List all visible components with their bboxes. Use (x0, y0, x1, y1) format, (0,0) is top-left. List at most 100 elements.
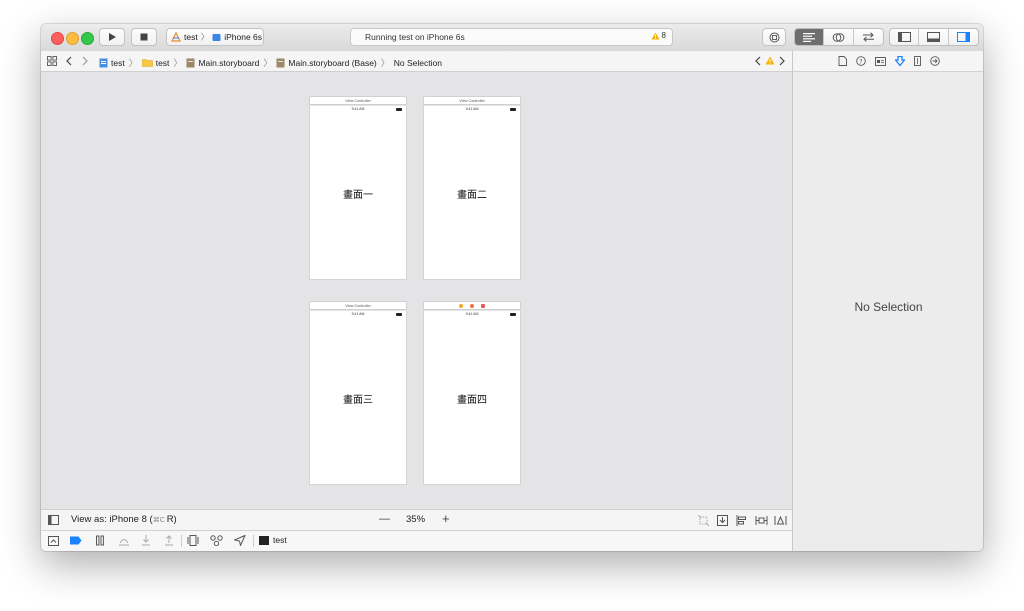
update-frames-icon[interactable] (698, 515, 709, 526)
scene-screen[interactable]: 9:41 AM 畫面三 (309, 311, 407, 485)
zoom-out-button[interactable]: — (379, 513, 390, 525)
scheme-target: test (184, 32, 198, 42)
assistant-editor-button[interactable] (824, 29, 854, 45)
panel-toggle-control[interactable] (889, 28, 979, 46)
terminal-icon (259, 535, 269, 545)
scene-header-dock[interactable] (423, 301, 521, 310)
storyboard-canvas[interactable]: View Controller 9:41 AM 畫面一 View Control… (41, 72, 792, 509)
jump-bar: test 〉 test 〉 Main.storyboard 〉 Main.sto… (41, 51, 792, 72)
scene-header[interactable]: View Controller (423, 96, 521, 105)
breadcrumb-item-folder[interactable]: test (156, 58, 170, 68)
inspector-toggle-button[interactable] (949, 29, 978, 45)
back-arrow-icon[interactable] (65, 56, 73, 66)
navigator-toggle-button[interactable] (890, 29, 920, 45)
battery-icon (396, 108, 402, 111)
breakpoints-icon[interactable] (70, 536, 82, 545)
add-constraints-icon[interactable] (755, 515, 768, 526)
breadcrumb: test 〉 test 〉 Main.storyboard 〉 Main.sto… (99, 56, 442, 69)
zoom-in-button[interactable]: + (442, 511, 450, 526)
chevron-right-icon: 〉 (128, 58, 138, 68)
chevron-right-icon: 〉 (263, 58, 273, 68)
warning-indicator[interactable]: 8 (651, 31, 666, 40)
forward-arrow-icon[interactable] (81, 56, 89, 66)
related-items-icon[interactable] (47, 56, 57, 66)
breadcrumb-item-storyboard-base[interactable]: Main.storyboard (Base) (288, 58, 376, 68)
version-editor-button[interactable] (854, 29, 883, 45)
align-icon[interactable] (736, 515, 747, 526)
warning-icon[interactable] (765, 56, 775, 65)
canvas-bottom-bar: View as: iPhone 8 (⌘C R) — 35% + (41, 509, 792, 530)
run-button[interactable] (99, 28, 125, 46)
document-outline-icon[interactable] (48, 515, 59, 525)
previous-issue-icon[interactable] (754, 56, 762, 66)
memory-graph-icon[interactable] (210, 535, 223, 546)
exit-icon[interactable] (481, 303, 485, 308)
minimize-button[interactable] (66, 32, 79, 45)
pause-icon[interactable] (95, 535, 105, 546)
identity-inspector-icon[interactable] (874, 56, 886, 66)
scene-4[interactable]: 9:41 AM 畫面四 (423, 301, 521, 485)
scene-screen[interactable]: 9:41 AM 畫面四 (423, 311, 521, 485)
battery-icon (510, 313, 516, 316)
scene-label[interactable]: 畫面一 (310, 186, 406, 201)
status-bar-time: 9:41 AM (351, 312, 365, 316)
breadcrumb-item-project[interactable]: test (111, 58, 125, 68)
scene-screen[interactable]: 9:41 AM 畫面二 (423, 106, 521, 280)
scene-label[interactable]: 畫面三 (310, 391, 406, 406)
zoom-level[interactable]: 35% (406, 514, 425, 525)
attributes-inspector-icon[interactable] (894, 55, 905, 67)
scene-1[interactable]: View Controller 9:41 AM 畫面一 (309, 96, 407, 280)
activity-viewer[interactable]: Running test on iPhone 6s 8 (350, 28, 673, 46)
scene-screen[interactable]: 9:41 AM 畫面一 (309, 106, 407, 280)
hide-debug-area-icon[interactable] (48, 536, 59, 546)
editor-mode-control[interactable] (794, 28, 884, 46)
quick-help-icon[interactable]: ? (855, 56, 866, 66)
scene-header[interactable]: View Controller (309, 301, 407, 310)
activity-text: Running test on iPhone 6s (365, 32, 465, 42)
battery-icon (510, 108, 516, 111)
scene-3[interactable]: View Controller 9:41 AM 畫面三 (309, 301, 407, 485)
rings-icon (832, 32, 845, 42)
zoom-button[interactable] (81, 32, 94, 45)
status-bar-time: 9:41 AM (465, 107, 479, 111)
scheme-device: iPhone 6s (224, 32, 263, 42)
library-button[interactable] (762, 28, 786, 46)
status-bar-time: 9:41 AM (351, 107, 365, 111)
resolve-issues-icon[interactable] (774, 515, 787, 526)
no-selection-text: No Selection (854, 300, 923, 314)
first-responder-icon[interactable] (470, 303, 474, 308)
view-controller-icon[interactable] (459, 303, 463, 308)
breadcrumb-item-selection[interactable]: No Selection (394, 58, 442, 68)
debug-area-toggle-button[interactable] (919, 29, 949, 45)
breadcrumb-item-storyboard[interactable]: Main.storyboard (198, 58, 259, 68)
scene-label[interactable]: 畫面二 (424, 186, 520, 201)
file-inspector-icon[interactable] (838, 56, 847, 66)
size-inspector-icon[interactable] (913, 56, 921, 66)
scene-2[interactable]: View Controller 9:41 AM 畫面二 (423, 96, 521, 280)
view-debugger-icon[interactable] (187, 535, 199, 546)
app-icon (171, 32, 181, 42)
view-as-label: View as: iPhone 8 ( (71, 514, 153, 525)
battery-icon (396, 313, 402, 316)
left-panel-icon (897, 32, 911, 42)
inspector-tabs: ? (793, 51, 983, 72)
project-icon (99, 58, 108, 67)
view-as-button[interactable]: View as: iPhone 8 (⌘C R) (71, 514, 177, 525)
step-out-icon[interactable] (164, 535, 174, 546)
close-button[interactable] (51, 32, 64, 45)
embed-in-stack-icon[interactable] (717, 515, 728, 526)
step-over-icon[interactable] (118, 535, 130, 546)
scheme-selector[interactable]: test 〉 iPhone 6s (166, 28, 264, 46)
scene-label[interactable]: 畫面四 (424, 391, 520, 406)
step-into-icon[interactable] (141, 535, 151, 546)
stop-button[interactable] (131, 28, 157, 46)
simulate-location-icon[interactable] (234, 535, 246, 546)
scene-header[interactable]: View Controller (309, 96, 407, 105)
debug-bar: test (41, 530, 792, 551)
play-icon (109, 33, 116, 41)
standard-editor-button[interactable] (795, 29, 825, 45)
connections-inspector-icon[interactable] (929, 56, 940, 66)
next-issue-icon[interactable] (778, 56, 786, 66)
debug-target[interactable]: test (259, 535, 287, 545)
debug-target-label: test (273, 535, 287, 545)
